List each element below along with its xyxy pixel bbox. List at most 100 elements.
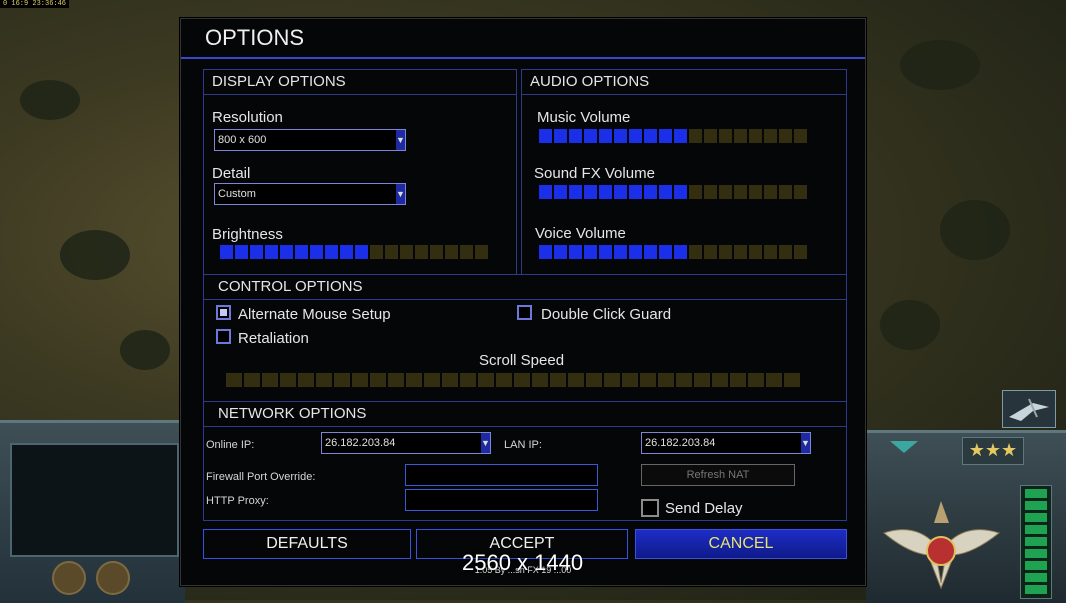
slider-segment[interactable] <box>764 129 777 143</box>
slider-segment[interactable] <box>539 185 552 199</box>
slider-segment[interactable] <box>460 245 473 259</box>
slider-segment[interactable] <box>629 245 642 259</box>
slider-segment[interactable] <box>644 129 657 143</box>
slider-segment[interactable] <box>689 129 702 143</box>
slider-segment[interactable] <box>430 245 443 259</box>
brightness-slider[interactable] <box>220 245 488 259</box>
slider-segment[interactable] <box>640 373 656 387</box>
double-click-guard-checkbox[interactable] <box>517 305 532 320</box>
slider-segment[interactable] <box>385 245 398 259</box>
slider-segment[interactable] <box>764 245 777 259</box>
send-delay-checkbox[interactable] <box>641 499 659 517</box>
lan-ip-dropdown[interactable]: 26.182.203.84 ▼ <box>641 432 811 454</box>
slider-segment[interactable] <box>659 245 672 259</box>
slider-segment[interactable] <box>554 129 567 143</box>
slider-segment[interactable] <box>734 245 747 259</box>
slider-segment[interactable] <box>415 245 428 259</box>
slider-segment[interactable] <box>704 185 717 199</box>
slider-segment[interactable] <box>220 245 233 259</box>
slider-segment[interactable] <box>584 129 597 143</box>
chevron-down-icon[interactable]: ▼ <box>396 184 405 204</box>
slider-segment[interactable] <box>550 373 566 387</box>
slider-segment[interactable] <box>599 185 612 199</box>
slider-segment[interactable] <box>370 373 386 387</box>
slider-segment[interactable] <box>316 373 332 387</box>
slider-segment[interactable] <box>400 245 413 259</box>
detail-dropdown[interactable]: Custom ▼ <box>214 183 406 205</box>
slider-segment[interactable] <box>614 129 627 143</box>
slider-segment[interactable] <box>370 245 383 259</box>
slider-segment[interactable] <box>779 185 792 199</box>
slider-segment[interactable] <box>265 245 278 259</box>
slider-segment[interactable] <box>659 185 672 199</box>
chevron-down-icon[interactable]: ▼ <box>481 433 490 453</box>
slider-segment[interactable] <box>496 373 512 387</box>
slider-segment[interactable] <box>532 373 548 387</box>
slider-segment[interactable] <box>568 373 584 387</box>
online-ip-dropdown[interactable]: 26.182.203.84 ▼ <box>321 432 491 454</box>
slider-segment[interactable] <box>475 245 488 259</box>
sfx-volume-slider[interactable] <box>539 185 807 199</box>
http-proxy-input[interactable] <box>405 489 598 511</box>
slider-segment[interactable] <box>599 245 612 259</box>
slider-segment[interactable] <box>704 245 717 259</box>
slider-segment[interactable] <box>674 185 687 199</box>
slider-segment[interactable] <box>554 245 567 259</box>
slider-segment[interactable] <box>614 245 627 259</box>
defaults-button[interactable]: DEFAULTS <box>203 529 411 559</box>
slider-segment[interactable] <box>734 129 747 143</box>
firewall-port-input[interactable] <box>405 464 598 486</box>
slider-segment[interactable] <box>748 373 764 387</box>
slider-segment[interactable] <box>235 245 248 259</box>
slider-segment[interactable] <box>730 373 746 387</box>
chevron-down-icon[interactable]: ▼ <box>801 433 810 453</box>
slider-segment[interactable] <box>659 129 672 143</box>
slider-segment[interactable] <box>749 129 762 143</box>
slider-segment[interactable] <box>689 185 702 199</box>
slider-segment[interactable] <box>766 373 782 387</box>
slider-segment[interactable] <box>779 245 792 259</box>
slider-segment[interactable] <box>586 373 602 387</box>
slider-segment[interactable] <box>794 185 807 199</box>
slider-segment[interactable] <box>614 185 627 199</box>
slider-segment[interactable] <box>719 129 732 143</box>
voice-volume-slider[interactable] <box>539 245 807 259</box>
slider-segment[interactable] <box>445 245 458 259</box>
slider-segment[interactable] <box>734 185 747 199</box>
slider-segment[interactable] <box>539 129 552 143</box>
slider-segment[interactable] <box>749 185 762 199</box>
slider-segment[interactable] <box>280 373 296 387</box>
slider-segment[interactable] <box>794 245 807 259</box>
slider-segment[interactable] <box>629 129 642 143</box>
music-volume-slider[interactable] <box>539 129 807 143</box>
slider-segment[interactable] <box>340 245 353 259</box>
refresh-nat-button[interactable]: Refresh NAT <box>641 464 795 486</box>
slider-segment[interactable] <box>355 245 368 259</box>
slider-segment[interactable] <box>779 129 792 143</box>
slider-segment[interactable] <box>674 129 687 143</box>
slider-segment[interactable] <box>704 129 717 143</box>
slider-segment[interactable] <box>554 185 567 199</box>
slider-segment[interactable] <box>388 373 404 387</box>
slider-segment[interactable] <box>629 185 642 199</box>
slider-segment[interactable] <box>250 245 263 259</box>
slider-segment[interactable] <box>280 245 293 259</box>
hud-round-button[interactable] <box>52 561 86 595</box>
slider-segment[interactable] <box>514 373 530 387</box>
slider-segment[interactable] <box>794 129 807 143</box>
expand-arrow-icon[interactable] <box>890 441 918 453</box>
slider-segment[interactable] <box>406 373 422 387</box>
slider-segment[interactable] <box>658 373 674 387</box>
hud-round-button[interactable] <box>96 561 130 595</box>
scroll-speed-slider[interactable] <box>226 373 800 387</box>
slider-segment[interactable] <box>676 373 692 387</box>
slider-segment[interactable] <box>424 373 440 387</box>
slider-segment[interactable] <box>694 373 710 387</box>
resolution-dropdown[interactable]: 800 x 600 ▼ <box>214 129 406 151</box>
slider-segment[interactable] <box>244 373 260 387</box>
slider-segment[interactable] <box>569 129 582 143</box>
retaliation-checkbox[interactable] <box>216 329 231 344</box>
slider-segment[interactable] <box>599 129 612 143</box>
slider-segment[interactable] <box>325 245 338 259</box>
slider-segment[interactable] <box>719 245 732 259</box>
